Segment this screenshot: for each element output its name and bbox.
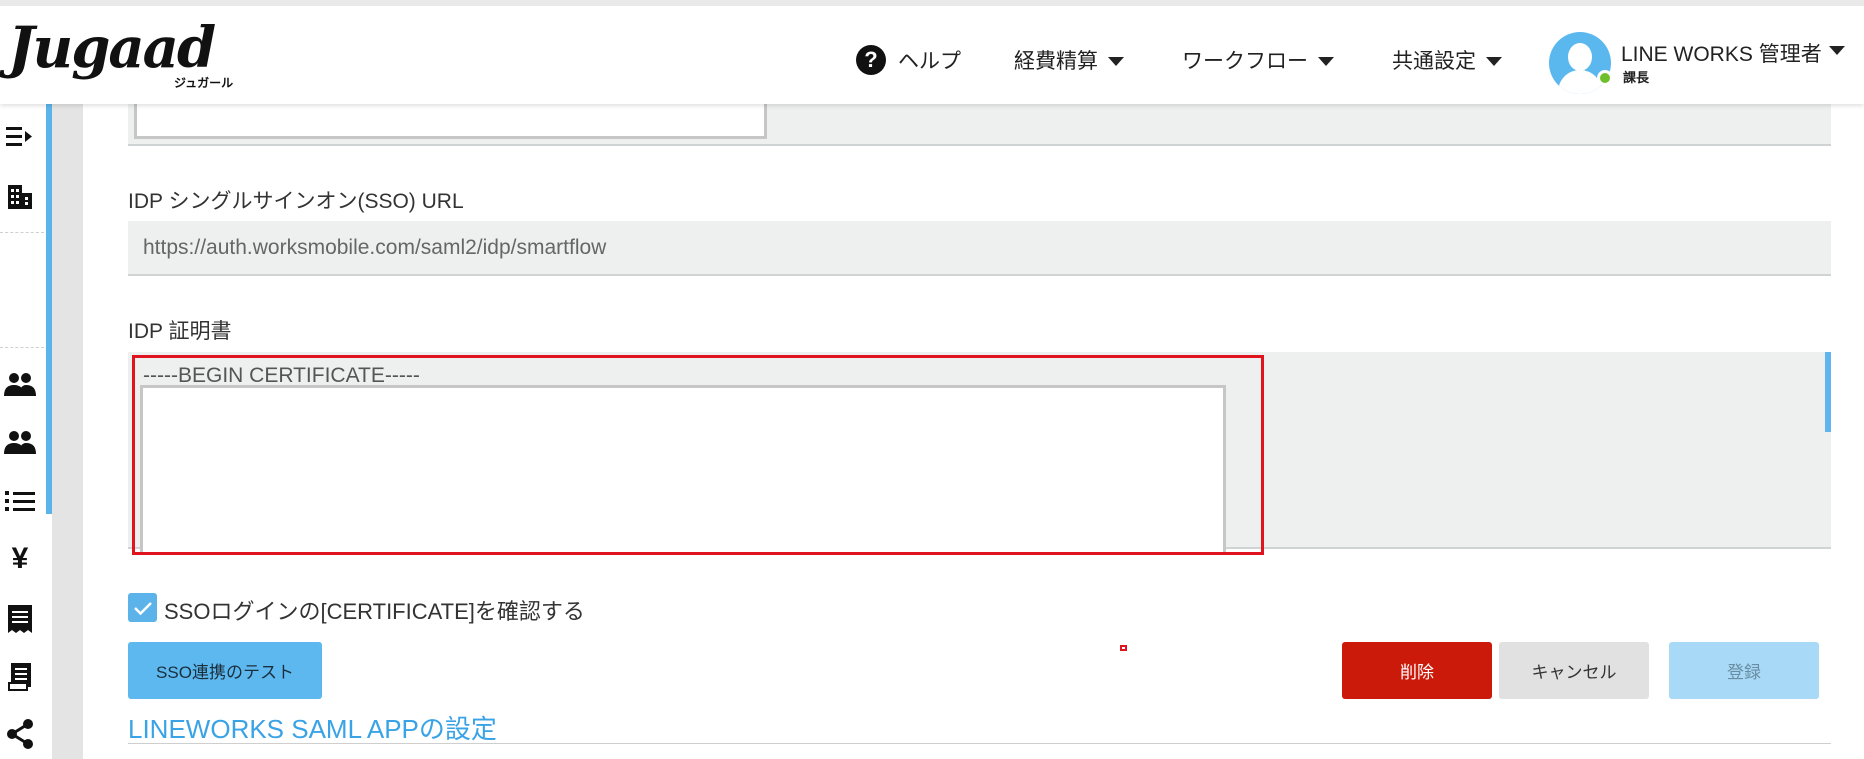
receipt-icon[interactable]	[2, 601, 38, 637]
users-icon[interactable]	[2, 424, 38, 460]
nav-workflow[interactable]: ワークフロー	[1182, 40, 1334, 80]
user-menu-chevron-icon[interactable]	[1829, 46, 1845, 55]
idp-cert-label: IDP 証明書	[128, 320, 232, 343]
sidebar-divider	[0, 347, 44, 348]
register-button[interactable]: 登録	[1669, 642, 1819, 699]
sidebar-gutter	[52, 104, 83, 759]
delete-button[interactable]: 削除	[1342, 642, 1492, 699]
chevron-down-icon	[1486, 57, 1502, 66]
user-role: 課長	[1623, 70, 1650, 85]
nav-help-label: ヘルプ	[898, 50, 961, 73]
idp-sso-url-label: IDP シングルサインオン(SSO) URL	[128, 190, 464, 213]
checkmark-icon	[133, 601, 152, 615]
nav-common-settings-label: 共通設定	[1392, 50, 1476, 73]
collapse-menu-icon[interactable]	[2, 119, 38, 155]
nav-workflow-label: ワークフロー	[1182, 50, 1308, 73]
highlight-annotation	[132, 355, 1264, 555]
avatar-head	[1568, 43, 1592, 71]
avatar-body	[1558, 70, 1602, 94]
help-icon: ?	[856, 45, 886, 75]
app-header: Jugaad ジュガール ? ヘルプ 経費精算 ワークフロー 共通設定 LINE…	[0, 0, 1864, 104]
nav-expense-label: 経費精算	[1014, 50, 1098, 73]
user-name[interactable]: LINE WORKS 管理者	[1621, 38, 1822, 68]
sidebar: ¥	[0, 104, 46, 759]
idp-sso-url-value: https://auth.worksmobile.com/saml2/idp/s…	[143, 236, 607, 259]
cancel-button[interactable]: キャンセル	[1499, 642, 1649, 699]
document-icon[interactable]	[2, 659, 38, 695]
previous-field-input[interactable]	[134, 104, 767, 139]
confirm-certificate-label[interactable]: SSOログインの[CERTIFICATE]を確認する	[164, 594, 585, 626]
sso-test-button[interactable]: SSO連携のテスト	[128, 642, 322, 699]
logo-text: Jugaad	[8, 15, 216, 81]
logo-subtitle: ジュガール	[174, 76, 234, 90]
annotation-mark	[1120, 645, 1127, 651]
nav-common-settings[interactable]: 共通設定	[1392, 40, 1502, 80]
sidebar-divider	[0, 232, 44, 233]
list-icon[interactable]	[2, 483, 38, 519]
nav-help[interactable]: ? ヘルプ	[856, 40, 961, 80]
section-divider	[128, 743, 1831, 744]
chevron-down-icon	[1108, 57, 1124, 66]
confirm-certificate-checkbox[interactable]	[128, 593, 157, 622]
textarea-scrollbar[interactable]	[1825, 352, 1831, 432]
users-icon[interactable]	[2, 366, 38, 402]
yen-icon[interactable]: ¥	[2, 541, 38, 577]
chevron-down-icon	[1318, 57, 1334, 66]
nav-expense[interactable]: 経費精算	[1014, 40, 1124, 80]
app-logo[interactable]: Jugaad ジュガール	[8, 18, 238, 92]
share-icon[interactable]	[2, 716, 38, 752]
online-status-dot	[1597, 70, 1613, 86]
building-icon[interactable]	[2, 179, 38, 215]
section-title: LINEWORKS SAML APPの設定	[128, 714, 497, 744]
